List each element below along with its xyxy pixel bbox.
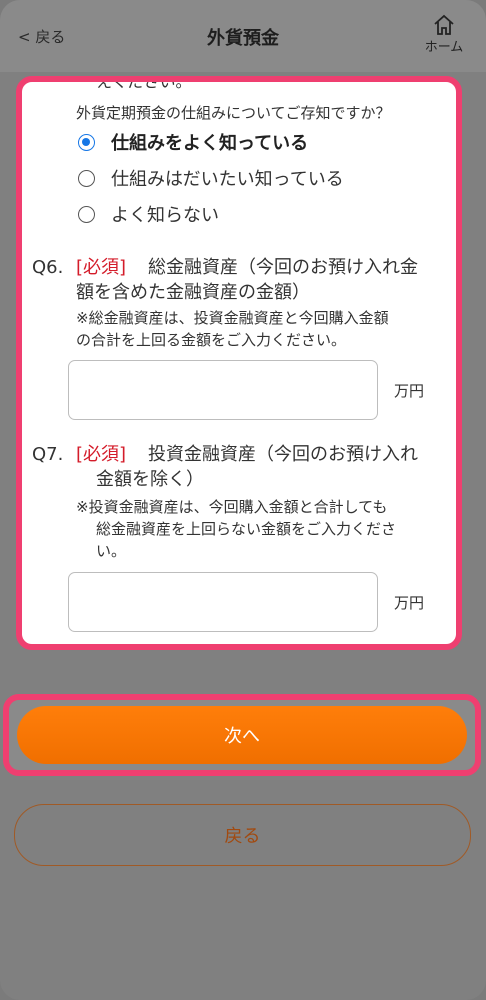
q5-option-3[interactable]: よく知らない bbox=[78, 201, 219, 227]
q6-required-badge: [必須] bbox=[76, 257, 127, 278]
home-button[interactable]: ホーム bbox=[420, 14, 468, 55]
q6-unit: 万円 bbox=[394, 382, 425, 400]
q7-note-line1: ※投資金融資産は、今回購入金額と合計しても bbox=[76, 498, 388, 516]
q6-note-line2: の合計を上回る金額をご入力ください。 bbox=[76, 331, 347, 349]
q7-note-line2: 総金融資産を上回らない金額をご入力くださ bbox=[96, 520, 397, 538]
q7-required-badge: [必須] bbox=[76, 444, 127, 465]
q6-text-line1: 総金融資産（今回のお預け入れ金 bbox=[148, 257, 418, 278]
page-title: 外貨預金 bbox=[207, 28, 279, 49]
q6-heading: Q6. [必須] bbox=[32, 255, 140, 280]
radio-selected-icon[interactable] bbox=[78, 133, 95, 151]
question-card: えください。 外貨定期預金の仕組みについてご存知ですか？ 仕組みをよく知っている… bbox=[16, 76, 462, 650]
back-button[interactable]: 戻る bbox=[14, 804, 471, 866]
q7-unit: 万円 bbox=[394, 594, 425, 612]
question-text-cut: えください。 bbox=[96, 76, 192, 91]
q7-note-line3: い。 bbox=[96, 542, 127, 560]
q6-amount-input[interactable] bbox=[68, 360, 378, 420]
q7-number: Q7. bbox=[32, 444, 64, 465]
q6-text-line2: 額を含めた金融資産の金額） bbox=[76, 282, 310, 303]
header-bar: < 戻る 外貨預金 ホーム bbox=[0, 0, 486, 72]
q5-option-label: よく知らない bbox=[111, 205, 219, 226]
q5-option-2[interactable]: 仕組みはだいたい知っている bbox=[78, 165, 344, 191]
q7-amount-input[interactable] bbox=[68, 572, 378, 632]
q7-text-line1: 投資金融資産（今回のお預け入れ bbox=[148, 444, 418, 465]
q6-note-line1: ※総金融資産は、投資金融資産と今回購入金額 bbox=[76, 309, 389, 327]
q5-prompt: 外貨定期預金の仕組みについてご存知ですか？ bbox=[76, 104, 391, 122]
radio-icon[interactable] bbox=[78, 205, 95, 223]
next-button[interactable]: 次へ bbox=[17, 706, 467, 764]
q5-option-label: 仕組みをよく知っている bbox=[111, 133, 309, 154]
next-button-highlight: 次へ bbox=[3, 694, 481, 776]
q7-text-line2: 金額を除く） bbox=[96, 469, 204, 490]
q5-option-label: 仕組みはだいたい知っている bbox=[111, 169, 344, 190]
q5-option-1[interactable]: 仕組みをよく知っている bbox=[78, 129, 308, 155]
radio-icon[interactable] bbox=[78, 169, 95, 187]
home-icon bbox=[434, 14, 454, 35]
home-label: ホーム bbox=[424, 40, 464, 55]
q6-number: Q6. bbox=[32, 257, 64, 278]
app-screen: < 戻る 外貨預金 ホーム えください。 外貨定期預金の仕組みについてご存知です… bbox=[0, 0, 486, 1000]
q7-heading: Q7. [必須] bbox=[32, 442, 140, 467]
